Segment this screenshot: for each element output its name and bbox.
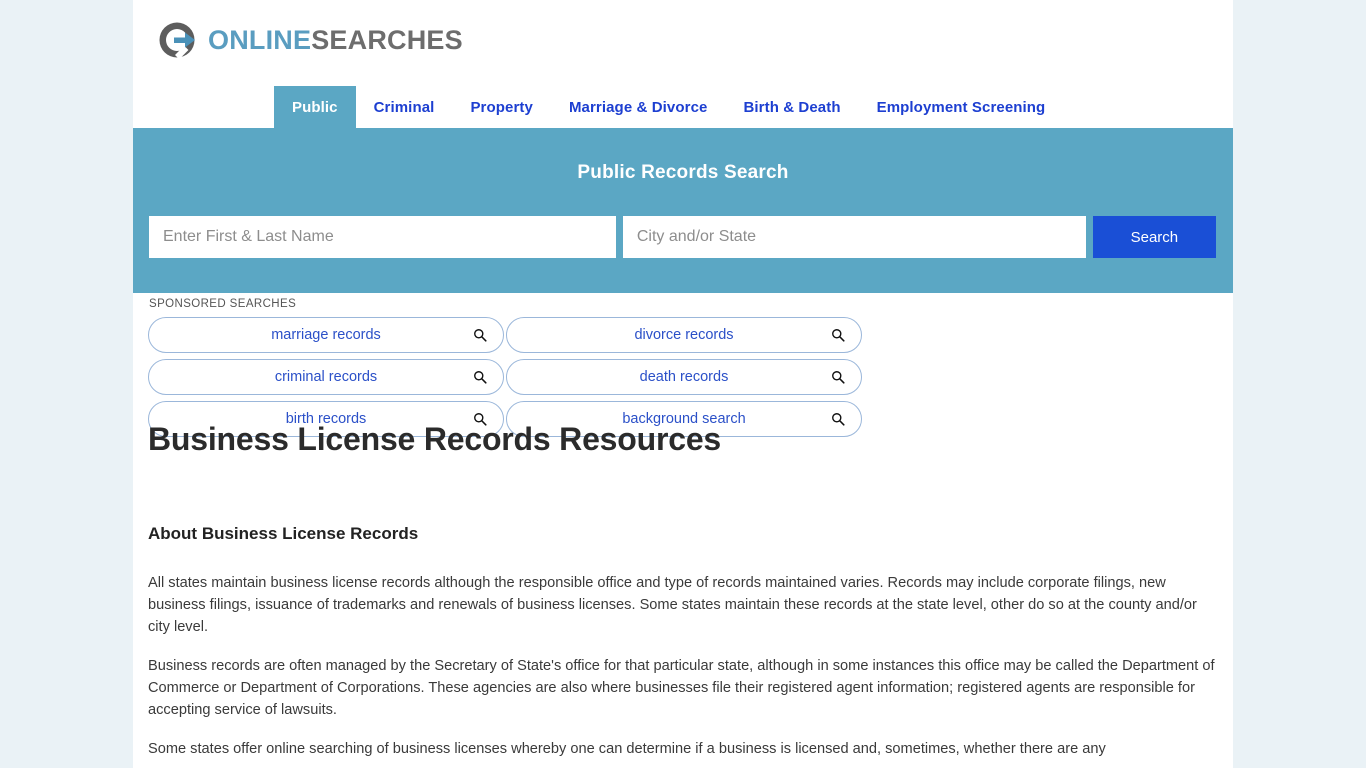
sponsored-searches-label: SPONSORED SEARCHES	[149, 298, 297, 310]
section-heading-about: About Business License Records	[148, 524, 419, 543]
article-body: Business License Records Resources About…	[133, 405, 1233, 760]
article-paragraph-1: All states maintain business license rec…	[148, 575, 1197, 635]
article-paragraph-3: Some states offer online searching of bu…	[148, 741, 1106, 757]
search-form: Search	[149, 216, 1216, 258]
site-logo[interactable]: ONLINESEARCHES	[155, 16, 463, 64]
search-icon	[831, 370, 845, 384]
tab-employment-screening[interactable]: Employment Screening	[859, 86, 1064, 128]
main-navigation: Public Criminal Property Marriage & Divo…	[133, 86, 1233, 128]
search-icon	[831, 328, 845, 342]
sponsored-pill-criminal-records[interactable]: criminal records	[148, 359, 504, 395]
tab-public[interactable]: Public	[274, 86, 356, 128]
location-search-input[interactable]	[622, 216, 1086, 258]
search-icon	[473, 328, 487, 342]
field-spacer-2	[1086, 216, 1093, 258]
tab-birth-death[interactable]: Birth & Death	[725, 86, 858, 128]
sponsored-pill-marriage-records[interactable]: marriage records	[148, 317, 504, 353]
search-icon	[473, 370, 487, 384]
sponsored-pill-label: death records	[639, 369, 729, 385]
sponsored-pill-label: marriage records	[271, 327, 381, 343]
tab-marriage-divorce[interactable]: Marriage & Divorce	[551, 86, 726, 128]
logo-text-searches: SEARCHES	[311, 24, 463, 55]
logo-wordmark: ONLINESEARCHES	[208, 24, 463, 55]
name-search-input[interactable]	[149, 216, 616, 258]
article-paragraph-2: Business records are often managed by th…	[148, 658, 1215, 718]
page-title: Business License Records Resources	[148, 421, 722, 457]
content-column: ONLINESEARCHES Public Criminal Property …	[133, 0, 1233, 768]
logo-text-online: ONLINE	[208, 24, 312, 55]
tab-property[interactable]: Property	[452, 86, 551, 128]
sponsored-pill-death-records[interactable]: death records	[506, 359, 862, 395]
sponsored-pill-label: divorce records	[634, 327, 734, 343]
search-banner-title: Public Records Search	[577, 162, 789, 183]
tab-criminal[interactable]: Criminal	[356, 86, 453, 128]
sponsored-pill-label: criminal records	[274, 369, 378, 385]
page-root: ONLINESEARCHES Public Criminal Property …	[0, 0, 1366, 768]
search-button[interactable]: Search	[1092, 216, 1216, 258]
circle-arrow-icon	[155, 18, 199, 62]
field-spacer	[616, 216, 623, 258]
sponsored-pill-divorce-records[interactable]: divorce records	[506, 317, 862, 353]
public-records-search-banner: Public Records Search Search	[133, 128, 1233, 293]
